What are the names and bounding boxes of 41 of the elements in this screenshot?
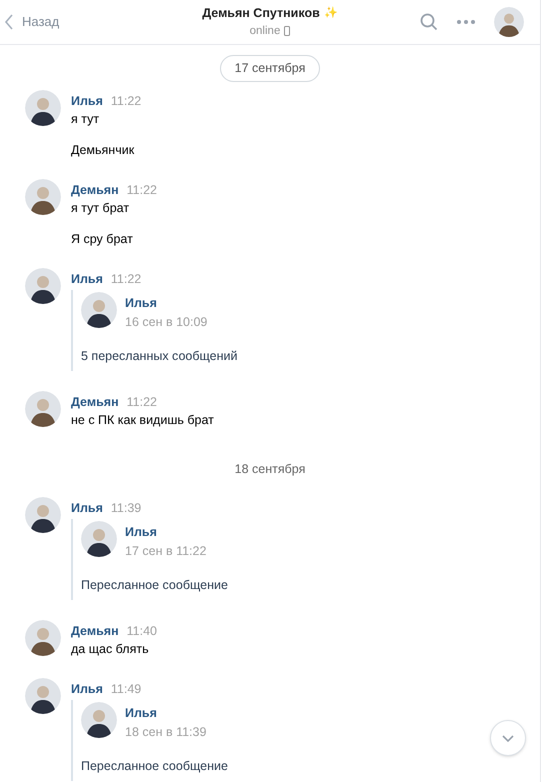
online-status: online [250, 24, 280, 39]
sparkles-emoji: ✨ [324, 6, 338, 22]
author-name[interactable]: Демьян [71, 392, 119, 411]
message-text: я тут [71, 110, 100, 128]
author-name[interactable]: Демьян [71, 180, 119, 199]
search-icon[interactable] [420, 13, 438, 31]
message-time: 11:40 [126, 622, 157, 640]
date-pill: 17 сентября [220, 55, 320, 82]
message-text: Я сру брат [71, 230, 134, 248]
author-name[interactable]: Илья [71, 270, 103, 288]
more-icon[interactable] [456, 19, 476, 25]
message-time: 11:22 [110, 270, 142, 288]
author-name[interactable]: Демьян [71, 622, 119, 640]
author-name[interactable]: Илья [71, 680, 103, 698]
message-time: 11:49 [110, 680, 142, 698]
forwarded-date: 16 сен в 10:09 [125, 314, 208, 331]
author-name[interactable]: Илья [71, 498, 103, 516]
chevron-down-icon [502, 734, 514, 742]
scroll-down-button[interactable] [490, 720, 526, 756]
forwarded-date: 18 сен в 11:39 [125, 724, 206, 740]
date-divider: 18 сентября [234, 460, 306, 478]
message-text: Демьянчик [71, 142, 136, 159]
forwarded-text[interactable]: 5 пересланных сообщений [81, 346, 238, 365]
message-time: 11:22 [110, 92, 142, 110]
chevron-left-icon [4, 14, 14, 30]
avatar[interactable] [494, 7, 524, 37]
author-name[interactable]: Илья [125, 294, 208, 312]
message-time: 11:22 [126, 394, 157, 411]
message-text: я тут брат [71, 200, 130, 217]
author-name[interactable]: Илья [125, 522, 206, 540]
author-name[interactable]: Илья [125, 704, 206, 722]
forwarded-text[interactable]: Пересланное сообщение [81, 576, 228, 594]
chat-title: Демьян Спутников [202, 5, 320, 22]
message-time: 11:22 [126, 182, 157, 199]
forwarded-text[interactable]: Пересланное сообщение [81, 756, 228, 774]
message-text: да щас блять [71, 640, 150, 658]
message-time: 11:39 [110, 500, 142, 516]
forwarded-date: 17 сен в 11:22 [125, 542, 206, 560]
message-text: не с ПК как видишь брат [71, 412, 214, 429]
phone-icon [284, 26, 290, 36]
author-name[interactable]: Илья [71, 92, 103, 110]
